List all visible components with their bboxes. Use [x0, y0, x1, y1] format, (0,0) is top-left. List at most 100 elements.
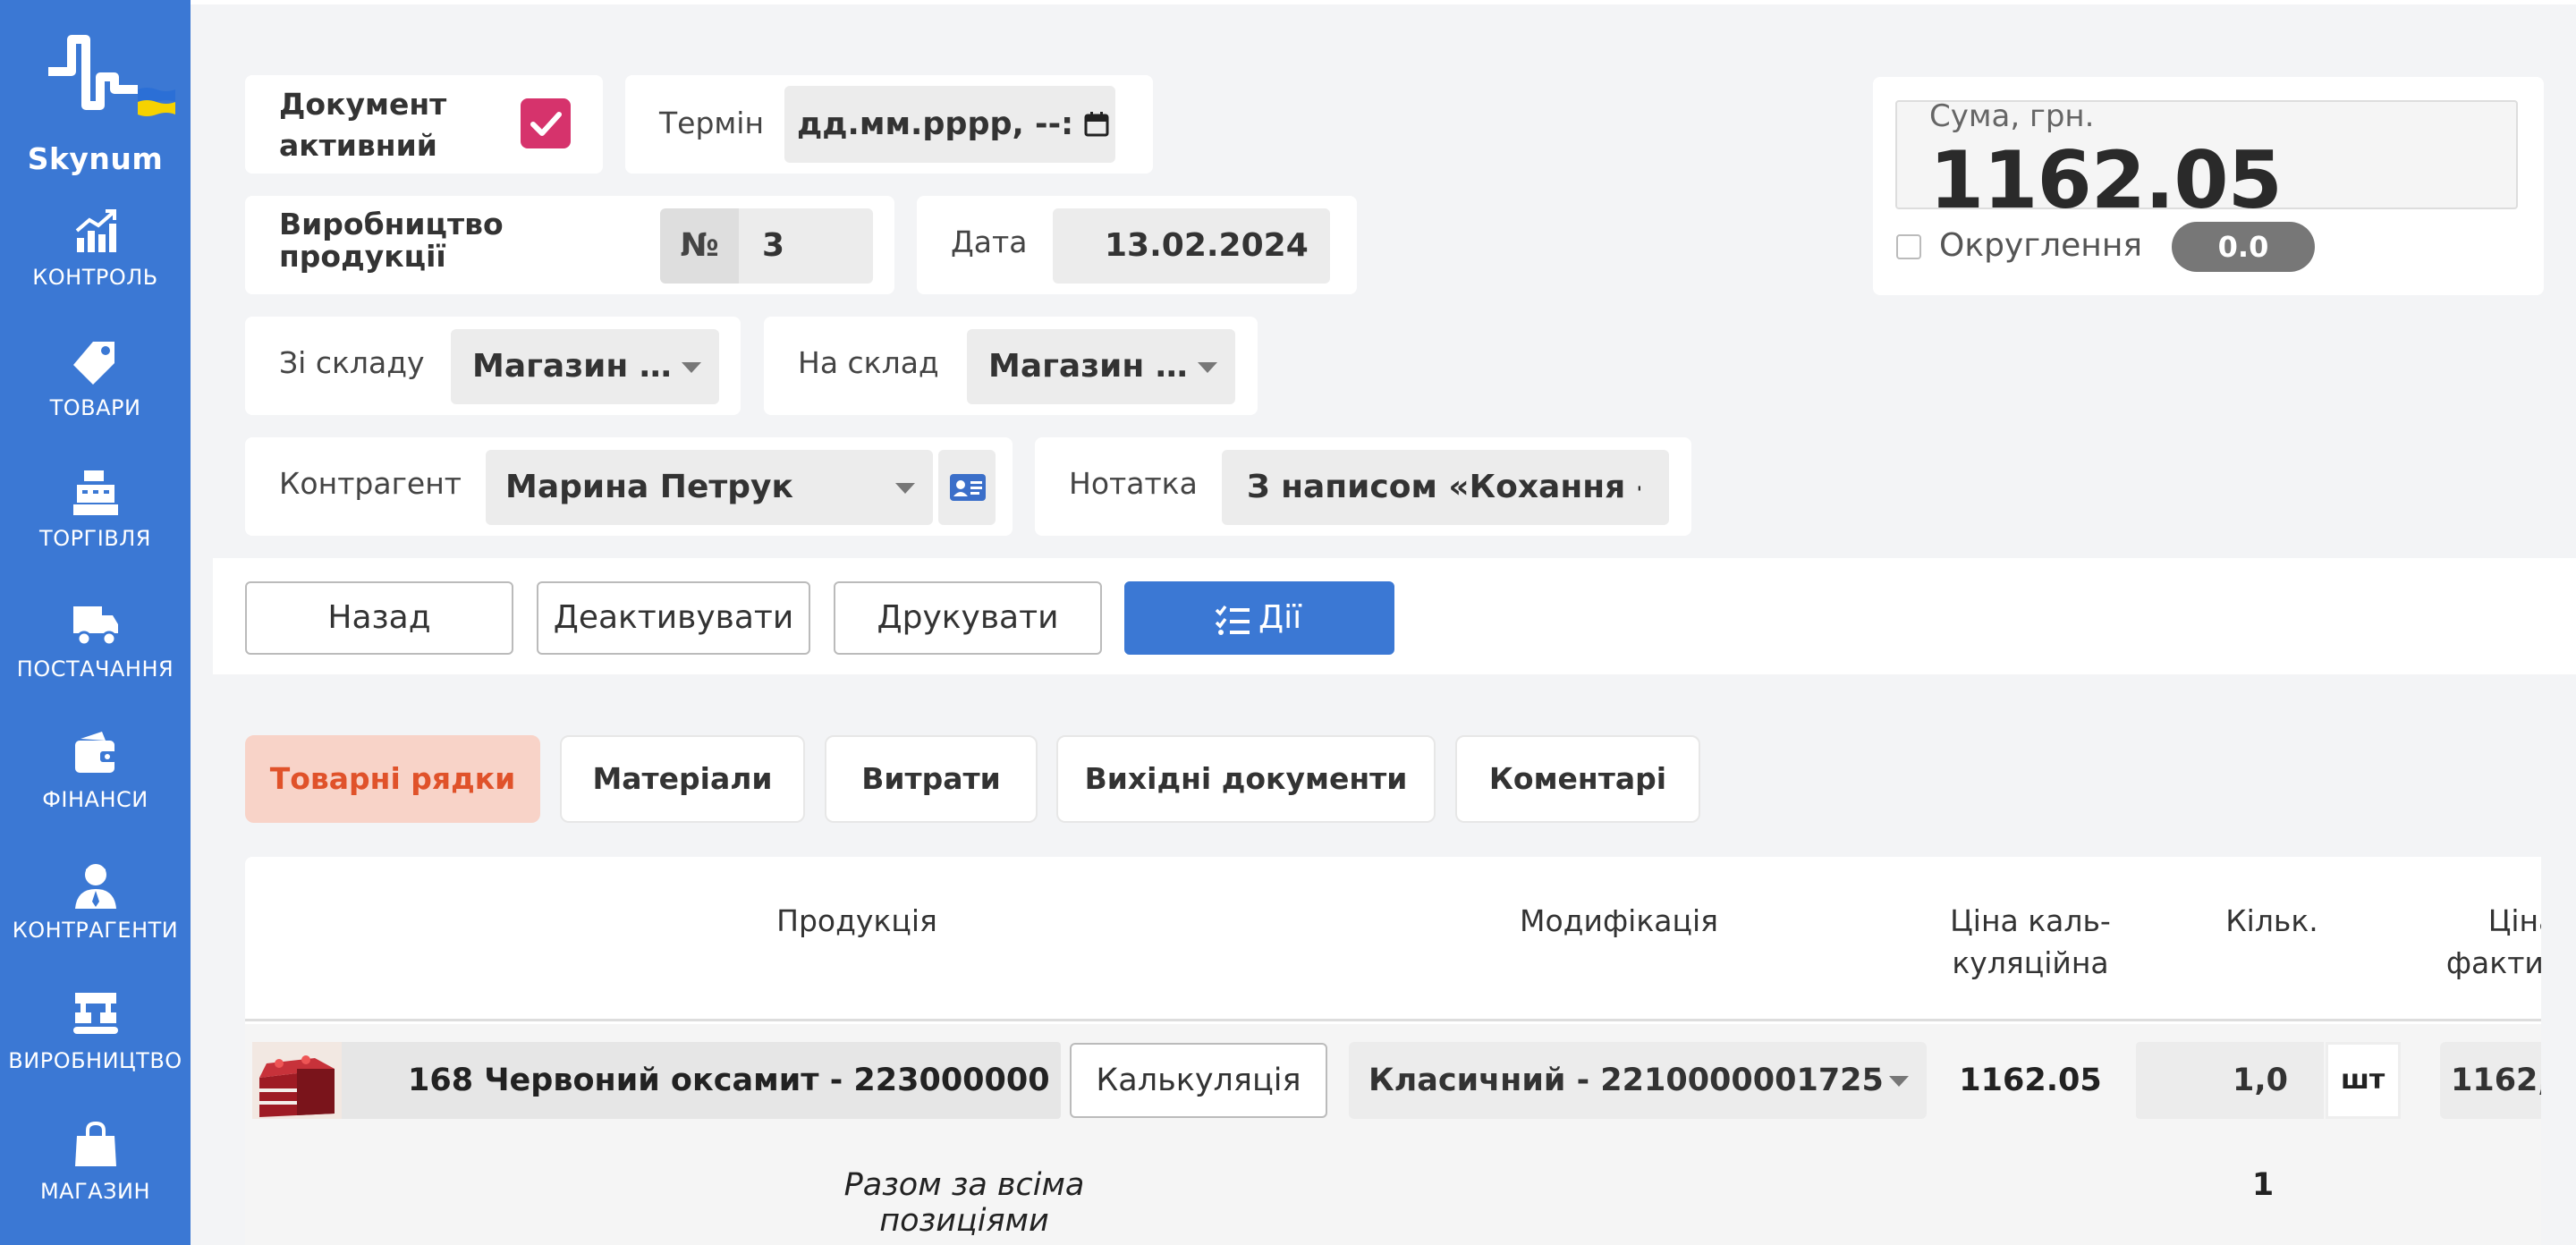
actions-button[interactable]: Дії: [1124, 581, 1394, 655]
nav-item-counterparties[interactable]: КОНТРАГЕНТИ: [0, 860, 191, 991]
document-active-label: Документ активний: [279, 87, 447, 163]
header-quantity: Кільк.: [2225, 903, 2318, 938]
note-card: Нотатка З написом «Кохання - це ми»: [1035, 437, 1691, 536]
totals-label: Разом за всіма позиціями: [843, 1167, 1085, 1239]
chevron-down-icon: [895, 483, 915, 494]
term-datetime-input[interactable]: дд.мм.рррр, --:--: [784, 86, 1115, 163]
number-prefix: №: [660, 208, 739, 284]
tab-output-documents[interactable]: Вихідні документи: [1056, 735, 1436, 823]
header-actual-price-line2: фактична: [2445, 945, 2541, 980]
number-input[interactable]: 3: [739, 208, 873, 284]
nav-item-shop[interactable]: МАГАЗИН: [0, 1122, 191, 1245]
back-button[interactable]: Назад: [245, 581, 513, 655]
wallet-icon: [75, 732, 116, 773]
from-warehouse-select[interactable]: Магазин Кондитерська: [451, 329, 719, 404]
to-warehouse-value: Магазин Кондитерська: [988, 348, 1191, 385]
note-label: Нотатка: [1069, 466, 1198, 501]
sum-field: Сума, грн. 1162.05: [1895, 98, 2518, 226]
term-label: Термін: [659, 106, 765, 140]
from-warehouse-label: Зі складу: [279, 345, 425, 380]
note-input[interactable]: З написом «Кохання - це ми»: [1222, 450, 1669, 525]
delivery-truck-icon: [73, 606, 118, 647]
checklist-icon: [1215, 605, 1250, 635]
brand-logo[interactable]: Skynum: [0, 27, 191, 176]
nav-label: МАГАЗИН: [39, 1179, 151, 1204]
nav-item-production[interactable]: ВИРОБНИЦТВО: [0, 991, 191, 1122]
table-header-row: Продукція Модифікація Ціна каль- куляцій…: [245, 857, 2541, 1021]
term-datetime-placeholder: дд.мм.рррр, --:--: [797, 106, 1074, 142]
tab-comments[interactable]: Коментарі: [1455, 735, 1700, 823]
header-modification: Модифікація: [1520, 903, 1718, 938]
nav-label: ВИРОБНИЦТВО: [8, 1048, 182, 1073]
nav-item-trade[interactable]: ТОРГІВЛЯ: [0, 469, 191, 599]
brand-name: Skynum: [27, 141, 164, 176]
price-tag-icon: [73, 342, 114, 385]
from-warehouse-card: Зі складу Магазин Кондитерська: [245, 317, 741, 415]
checkmark-icon: [530, 112, 562, 136]
contact-card-icon: [950, 474, 986, 501]
header-actual-price: Ціна фактична: [2433, 900, 2541, 984]
actions-button-label: Дії: [1258, 599, 1302, 636]
chevron-down-icon: [682, 362, 701, 373]
skynum-logo-icon: [48, 35, 138, 110]
nav-label: КОНТРАГЕНТИ: [12, 918, 179, 943]
rounding-checkbox[interactable]: [1896, 234, 1921, 259]
factory-conveyor-icon: [73, 993, 118, 1034]
tab-product-lines[interactable]: Товарні рядки: [245, 735, 540, 823]
product-field[interactable]: 168 Червоний оксамит - 2230000001591: [252, 1042, 1061, 1119]
header-calc-price-line2: куляційна: [1952, 945, 2109, 980]
quantity-input[interactable]: 1,0: [2136, 1042, 2324, 1119]
header-calc-price-line1: Ціна каль-: [1950, 903, 2111, 938]
note-value: З написом «Кохання - це ми»: [1247, 469, 1640, 505]
cake-image-icon: [252, 1042, 342, 1119]
chart-growth-icon: [75, 209, 116, 252]
product-lines-table: Продукція Модифікація Ціна каль- куляцій…: [245, 857, 2541, 1245]
nav-item-goods[interactable]: ТОВАРИ: [0, 338, 191, 469]
counterparty-select[interactable]: Марина Петрук: [486, 450, 933, 525]
calendar-icon[interactable]: [1083, 111, 1110, 138]
header-product: Продукція: [776, 903, 937, 938]
modification-value: Класичний - 2210000001725: [1368, 1063, 1884, 1098]
tab-expenses[interactable]: Витрати: [825, 735, 1038, 823]
product-thumbnail: [252, 1042, 342, 1119]
deactivate-button[interactable]: Деактивувати: [537, 581, 810, 655]
sum-label: Сума, грн.: [1929, 98, 2095, 134]
nav-item-control[interactable]: КОНТРОЛЬ: [0, 208, 191, 338]
sum-card: Сума, грн. 1162.05 Округлення 0.0: [1873, 77, 2544, 295]
print-button[interactable]: Друкувати: [834, 581, 1102, 655]
date-card: Дата 13.02.2024: [917, 196, 1357, 294]
unit-label: шт: [2326, 1042, 2401, 1119]
from-warehouse-value: Магазин Кондитерська: [472, 348, 674, 385]
doc-type-label: Виробництво продукції: [279, 207, 504, 274]
actual-price-input[interactable]: 1162,05: [2440, 1042, 2541, 1119]
to-warehouse-card: На склад Магазин Кондитерська: [764, 317, 1258, 415]
nav-label: ФІНАНСИ: [42, 787, 148, 812]
header-actual-price-line1: Ціна: [2487, 903, 2541, 938]
tab-materials[interactable]: Матеріали: [560, 735, 805, 823]
counterparty-card: Контрагент Марина Петрук: [245, 437, 1013, 536]
cash-register-icon: [73, 470, 118, 515]
calculation-button[interactable]: Калькуляція: [1070, 1043, 1327, 1118]
to-warehouse-select[interactable]: Магазин Кондитерська: [967, 329, 1235, 404]
term-card: Термін дд.мм.рррр, --:--: [625, 75, 1153, 174]
nav-item-supply[interactable]: ПОСТАЧАННЯ: [0, 599, 191, 730]
document-active-checkbox[interactable]: [521, 98, 571, 148]
sum-value: 1162.05: [1929, 134, 2283, 226]
person-icon: [75, 864, 116, 909]
table-row[interactable]: 168 Червоний оксамит - 2230000001591 Кал…: [245, 1024, 2541, 1245]
counterparty-card-button[interactable]: [938, 450, 996, 525]
nav-label: ТОРГІВЛЯ: [39, 526, 151, 551]
rounding-value-badge[interactable]: 0.0: [2172, 222, 2315, 272]
doc-type-card: Виробництво продукції № 3: [245, 196, 894, 294]
modification-select[interactable]: Класичний - 2210000001725: [1349, 1042, 1927, 1119]
calc-price-value: 1162.05: [1959, 1063, 2102, 1098]
chevron-down-icon: [1889, 1076, 1909, 1087]
shopping-bag-icon: [75, 1122, 116, 1166]
nav-item-finance[interactable]: ФІНАНСИ: [0, 730, 191, 860]
date-label: Дата: [951, 224, 1028, 259]
date-input[interactable]: 13.02.2024: [1053, 208, 1330, 284]
top-border: [191, 0, 2576, 4]
document-active-card: Документ активний: [245, 75, 603, 174]
ukraine-flag-icon: [138, 88, 175, 116]
to-warehouse-label: На склад: [798, 345, 939, 380]
